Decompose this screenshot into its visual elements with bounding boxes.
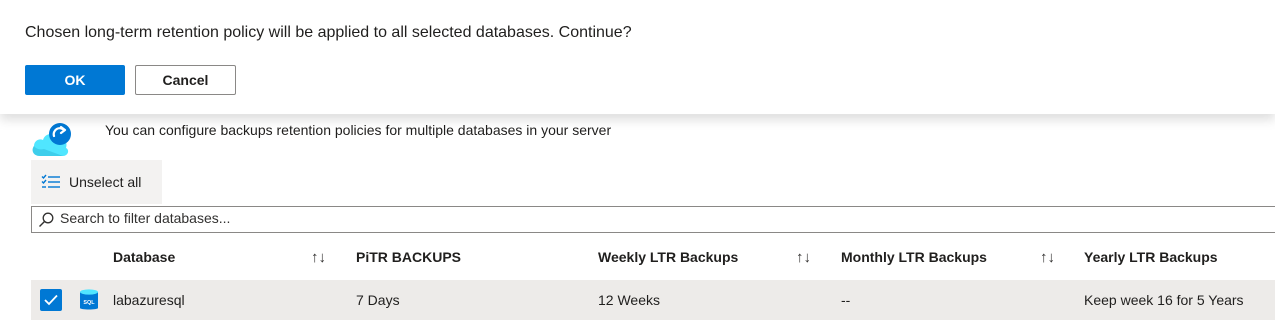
column-header-monthly[interactable]: Monthly LTR Backups [841, 249, 987, 265]
cell-database[interactable]: labazuresql [113, 292, 185, 308]
cloud-backup-icon [32, 123, 71, 156]
column-header-yearly[interactable]: Yearly LTR Backups [1084, 249, 1218, 265]
info-text: You can configure backups retention poli… [105, 122, 612, 138]
search-input[interactable] [60, 210, 960, 226]
sql-database-icon: SQL [80, 289, 98, 310]
cancel-button[interactable]: Cancel [135, 65, 236, 95]
sort-monthly-icon[interactable]: ↑↓ [1040, 249, 1055, 266]
cell-weekly: 12 Weeks [598, 292, 660, 308]
search-box[interactable] [31, 206, 1275, 233]
search-icon [39, 212, 54, 227]
svg-text:SQL: SQL [83, 300, 95, 306]
confirmation-message: Chosen long-term retention policy will b… [25, 24, 632, 41]
sort-database-icon[interactable]: ↑↓ [311, 249, 326, 266]
ok-button[interactable]: OK [25, 65, 125, 95]
column-header-database[interactable]: Database [113, 249, 175, 265]
column-header-pitr[interactable]: PiTR BACKUPS [356, 249, 461, 265]
sort-weekly-icon[interactable]: ↑↓ [796, 249, 811, 266]
checkmark-icon [44, 294, 58, 306]
unselect-all-button[interactable]: Unselect all [31, 160, 162, 204]
confirmation-bar: Chosen long-term retention policy will b… [0, 0, 1275, 114]
unselect-all-label: Unselect all [69, 174, 142, 190]
column-header-weekly[interactable]: Weekly LTR Backups [598, 249, 738, 265]
cell-yearly: Keep week 16 for 5 Years [1084, 292, 1244, 308]
checklist-icon [41, 174, 60, 188]
row-checkbox[interactable] [40, 289, 62, 311]
cell-pitr: 7 Days [356, 292, 400, 308]
cell-monthly: -- [841, 292, 851, 308]
